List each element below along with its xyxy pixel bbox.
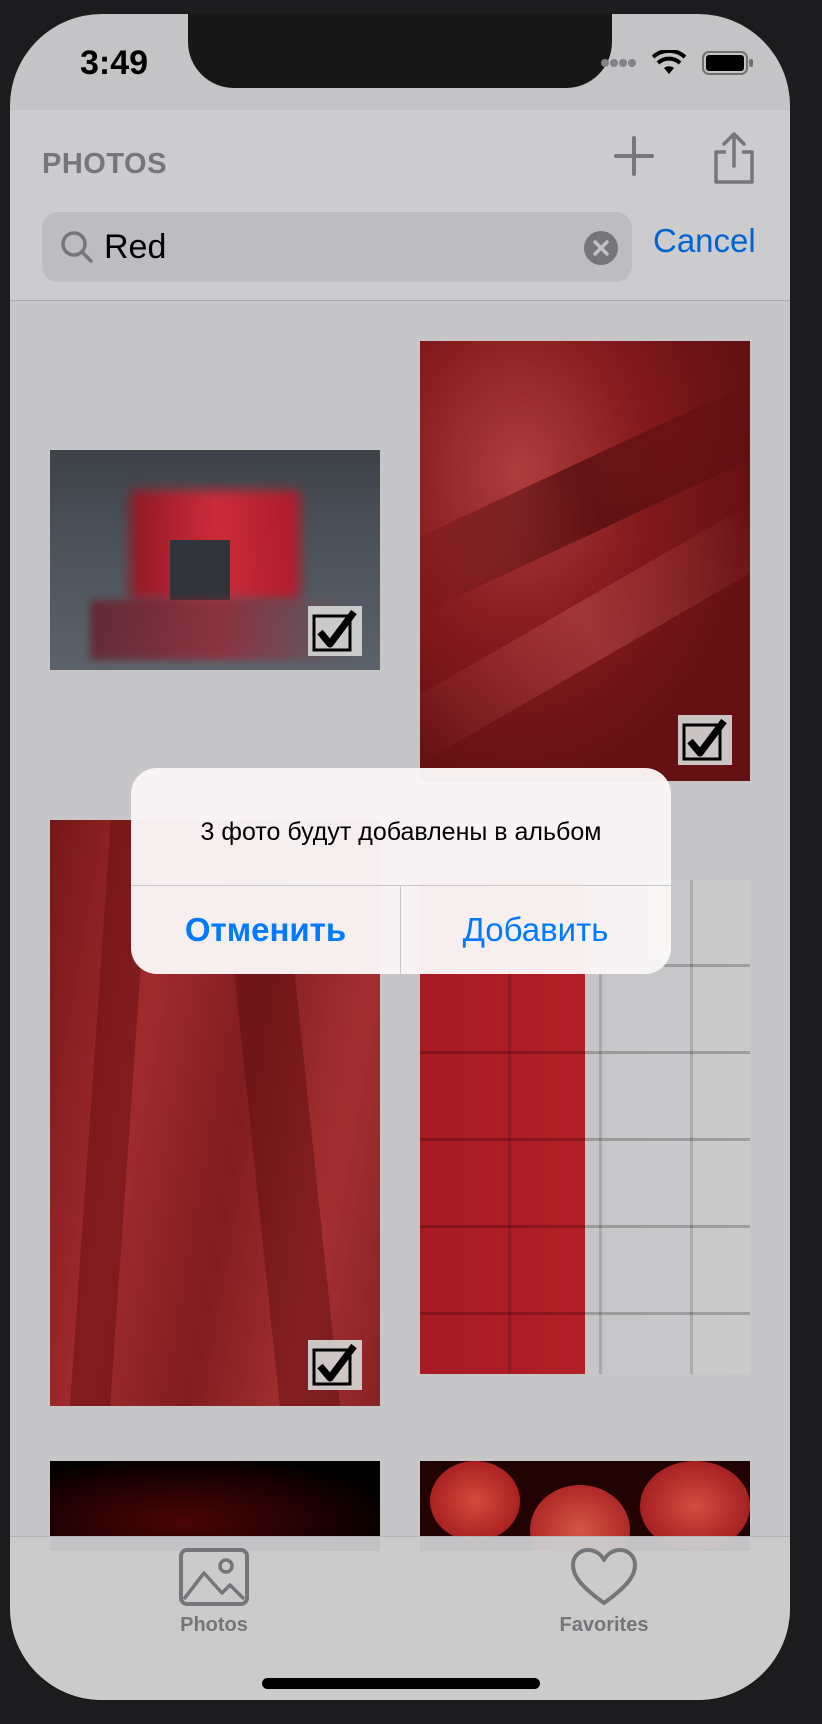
- alert-add-button[interactable]: Добавить: [401, 885, 670, 974]
- alert-cancel-button[interactable]: Отменить: [131, 885, 400, 974]
- alert-dialog: 3 фото будут добавлены в альбом Отменить…: [131, 768, 671, 974]
- home-indicator[interactable]: [262, 1678, 540, 1689]
- phone-screen: 3:49 PHOTOS Red Cancel Photos Favorites …: [10, 14, 790, 1700]
- alert-message: 3 фото будут добавлены в альбом: [200, 818, 602, 846]
